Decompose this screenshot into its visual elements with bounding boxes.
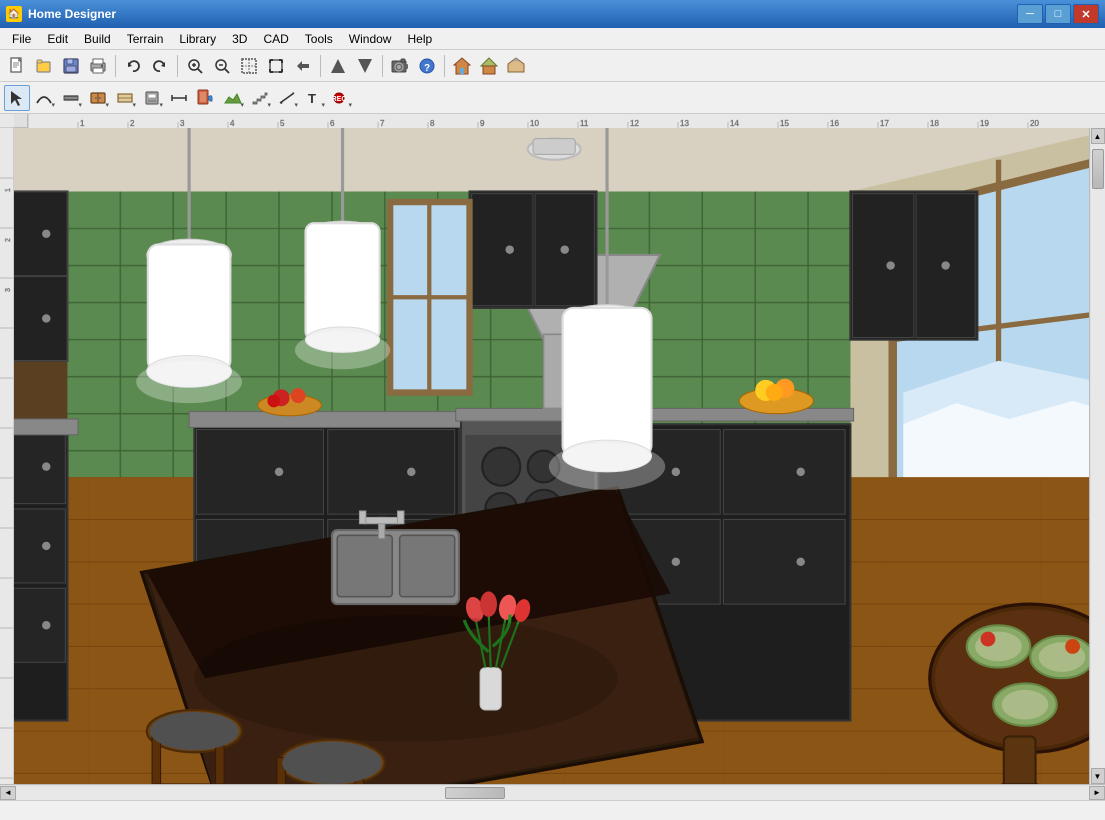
menu-cad[interactable]: CAD bbox=[255, 30, 296, 48]
svg-text:7: 7 bbox=[380, 119, 385, 128]
scrollbar-right[interactable]: ▲ ▼ bbox=[1089, 128, 1105, 784]
menu-terrain[interactable]: Terrain bbox=[119, 30, 172, 48]
zoom-prev-button[interactable] bbox=[290, 53, 316, 79]
scroll-thumb-vertical[interactable] bbox=[1092, 149, 1104, 189]
sep-3 bbox=[320, 55, 321, 77]
zoom-out-button[interactable] bbox=[209, 53, 235, 79]
ruler-top: 1 2 3 4 5 6 7 8 9 10 11 12 13 14 15 16 1… bbox=[0, 114, 1105, 128]
sep-2 bbox=[177, 55, 178, 77]
house-perspective-button[interactable] bbox=[503, 53, 529, 79]
appliance-tool[interactable] bbox=[139, 85, 165, 111]
vertical-ruler-svg: 1 2 3 bbox=[0, 128, 14, 784]
svg-text:13: 13 bbox=[680, 119, 689, 128]
svg-text:2: 2 bbox=[130, 119, 135, 128]
scroll-track-horizontal[interactable] bbox=[16, 786, 1089, 800]
menu-tools[interactable]: Tools bbox=[297, 30, 341, 48]
svg-text:17: 17 bbox=[880, 119, 889, 128]
terrain-brush-tool[interactable] bbox=[220, 85, 246, 111]
svg-text:12: 12 bbox=[630, 119, 639, 128]
svg-text:8: 8 bbox=[430, 119, 435, 128]
toolbar-1: ? bbox=[0, 50, 1105, 82]
record-button[interactable]: REC bbox=[328, 85, 354, 111]
menu-build[interactable]: Build bbox=[76, 30, 119, 48]
svg-text:9: 9 bbox=[480, 119, 485, 128]
maximize-button[interactable]: □ bbox=[1045, 4, 1071, 24]
dimension-tool[interactable] bbox=[274, 85, 300, 111]
svg-text:T: T bbox=[308, 91, 316, 106]
camera3d-button[interactable] bbox=[387, 53, 413, 79]
svg-text:10: 10 bbox=[530, 119, 539, 128]
wall-tool[interactable] bbox=[58, 85, 84, 111]
menu-help[interactable]: Help bbox=[399, 30, 440, 48]
minimize-button[interactable]: ─ bbox=[1017, 4, 1043, 24]
floor-tool[interactable] bbox=[112, 85, 138, 111]
redo-button[interactable] bbox=[147, 53, 173, 79]
svg-text:REC: REC bbox=[332, 96, 346, 103]
window-controls: ─ □ ✕ bbox=[1017, 4, 1099, 24]
menu-3d[interactable]: 3D bbox=[224, 30, 255, 48]
save-button[interactable] bbox=[58, 53, 84, 79]
print-button[interactable] bbox=[85, 53, 111, 79]
scroll-down-button[interactable]: ▼ bbox=[1091, 768, 1105, 784]
polyline-tool[interactable] bbox=[31, 85, 57, 111]
svg-text:18: 18 bbox=[930, 119, 939, 128]
up-arrow-button[interactable] bbox=[325, 53, 351, 79]
material-tool[interactable] bbox=[193, 85, 219, 111]
menu-file[interactable]: File bbox=[4, 30, 39, 48]
kitchen-scene-svg bbox=[14, 128, 1089, 784]
svg-text:3: 3 bbox=[5, 288, 12, 292]
down-arrow-button[interactable] bbox=[352, 53, 378, 79]
sep-1 bbox=[115, 55, 116, 77]
open-button[interactable] bbox=[31, 53, 57, 79]
scroll-up-button[interactable]: ▲ bbox=[1091, 128, 1105, 144]
title-bar: 🏠 Home Designer ─ □ ✕ bbox=[0, 0, 1105, 28]
select-tool[interactable] bbox=[4, 85, 30, 111]
zoom-window-button[interactable] bbox=[236, 53, 262, 79]
menu-bar: File Edit Build Terrain Library 3D CAD T… bbox=[0, 28, 1105, 50]
svg-text:15: 15 bbox=[780, 119, 789, 128]
scroll-left-button[interactable]: ◄ bbox=[0, 786, 16, 800]
house-front-button[interactable] bbox=[449, 53, 475, 79]
horizontal-ruler: 1 2 3 4 5 6 7 8 9 10 11 12 13 14 15 16 1… bbox=[28, 114, 1105, 128]
scroll-track-vertical[interactable] bbox=[1091, 144, 1105, 768]
sep-4 bbox=[382, 55, 383, 77]
svg-text:3: 3 bbox=[180, 119, 185, 128]
window-title: Home Designer bbox=[28, 7, 1017, 21]
scrollbar-bottom[interactable]: ◄ ► bbox=[0, 784, 1105, 800]
app-icon: 🏠 bbox=[6, 6, 22, 22]
svg-text:11: 11 bbox=[580, 119, 589, 128]
canvas-3d[interactable] bbox=[14, 128, 1089, 784]
sep-5 bbox=[444, 55, 445, 77]
svg-text:5: 5 bbox=[280, 119, 285, 128]
scroll-thumb-horizontal[interactable] bbox=[445, 787, 505, 799]
text-tool[interactable]: T bbox=[301, 85, 327, 111]
svg-text:2: 2 bbox=[5, 238, 12, 242]
measure-tool[interactable] bbox=[166, 85, 192, 111]
close-button[interactable]: ✕ bbox=[1073, 4, 1099, 24]
help-button[interactable]: ? bbox=[414, 53, 440, 79]
menu-library[interactable]: Library bbox=[171, 30, 224, 48]
toolbar-2: T REC bbox=[0, 82, 1105, 114]
svg-text:?: ? bbox=[424, 63, 430, 74]
cabinet-tool[interactable] bbox=[85, 85, 111, 111]
svg-text:6: 6 bbox=[330, 119, 335, 128]
zoom-in-button[interactable] bbox=[182, 53, 208, 79]
new-button[interactable] bbox=[4, 53, 30, 79]
svg-text:14: 14 bbox=[730, 119, 739, 128]
menu-window[interactable]: Window bbox=[341, 30, 400, 48]
menu-edit[interactable]: Edit bbox=[39, 30, 76, 48]
svg-text:4: 4 bbox=[230, 119, 235, 128]
undo-button[interactable] bbox=[120, 53, 146, 79]
stair-tool[interactable] bbox=[247, 85, 273, 111]
svg-text:19: 19 bbox=[980, 119, 989, 128]
svg-text:1: 1 bbox=[80, 119, 85, 128]
ruler-left: 1 2 3 bbox=[0, 128, 14, 784]
svg-text:20: 20 bbox=[1030, 119, 1039, 128]
status-bar bbox=[0, 800, 1105, 820]
svg-text:16: 16 bbox=[830, 119, 839, 128]
house-overview-button[interactable] bbox=[476, 53, 502, 79]
scroll-right-button[interactable]: ► bbox=[1089, 786, 1105, 800]
svg-text:1: 1 bbox=[5, 188, 12, 192]
zoom-fit-button[interactable] bbox=[263, 53, 289, 79]
